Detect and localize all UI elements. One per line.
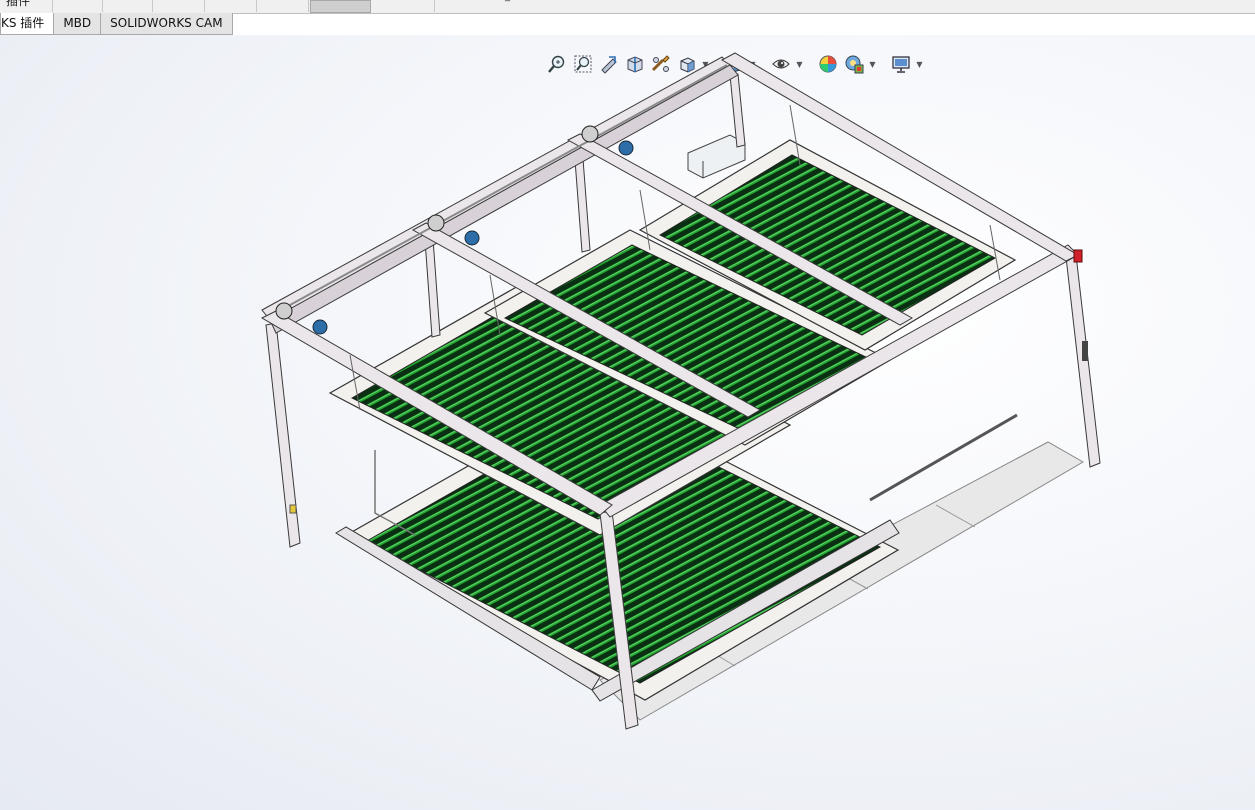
tab-addins[interactable]: KS 插件 — [0, 13, 55, 35]
tab-solidworks-cam[interactable]: SOLIDWORKS CAM — [100, 13, 233, 35]
tab-mbd[interactable]: MBD — [53, 13, 102, 35]
warning-light — [1073, 249, 1083, 263]
command-manager-tabs: KS 插件 MBD SOLIDWORKS CAM — [0, 13, 233, 35]
safety-label — [289, 504, 297, 514]
sprocket — [275, 302, 293, 320]
chevron-down-icon[interactable]: ⌄ — [122, 0, 130, 2]
motor — [464, 230, 480, 246]
parking-lift-model[interactable] — [0, 35, 1255, 810]
sprocket — [581, 125, 599, 143]
underline-icon[interactable]: _ — [505, 0, 510, 2]
control-panel — [1082, 341, 1088, 361]
column-inner — [424, 238, 441, 338]
column-inner — [574, 158, 591, 253]
sprocket — [427, 214, 445, 232]
ribbon-cell[interactable] — [204, 0, 257, 12]
ribbon-active-cell[interactable] — [310, 0, 371, 13]
motor — [618, 140, 634, 156]
ribbon-strip: 插件 ⌄ ⌄ ⌄ _ — [0, 0, 1255, 14]
chevron-down-icon[interactable]: ⌄ — [278, 0, 286, 2]
motor — [312, 319, 328, 335]
ribbon-cell[interactable] — [372, 0, 435, 12]
ribbon-cell[interactable] — [0, 0, 53, 12]
chevron-down-icon[interactable]: ⌄ — [73, 0, 81, 2]
ribbon-cell[interactable] — [152, 0, 205, 12]
